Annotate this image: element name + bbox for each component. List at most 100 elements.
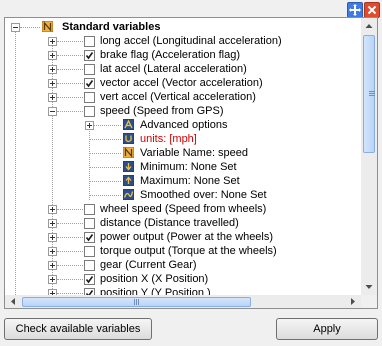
tree-item-label: vert accel (Vertical acceleration) <box>100 91 256 103</box>
checkbox[interactable] <box>84 260 95 271</box>
checkbox[interactable] <box>84 246 95 257</box>
scroll-right-button[interactable] <box>345 295 361 308</box>
chevron-up-icon <box>365 24 373 28</box>
checkbox-checked[interactable] <box>84 78 95 89</box>
tree-item-label: position X (X Position) <box>100 273 209 285</box>
tree-item-label: power output (Power at the wheels) <box>100 231 274 243</box>
tree-item-label: gear (Current Gear) <box>100 259 197 271</box>
tree-item-smoothed-over[interactable]: Smoothed over: None Set <box>5 188 361 202</box>
tree-item-position-y[interactable]: position Y (Y Position ) <box>5 286 361 295</box>
checkbox[interactable] <box>84 204 95 215</box>
tree-item-advanced-options[interactable]: Advanced options <box>5 118 361 132</box>
tree-item-label: vector accel (Vector acceleration) <box>100 77 263 89</box>
tree-item-speed[interactable]: speed (Speed from GPS) <box>5 104 361 118</box>
tree-item-minimum[interactable]: Minimum: None Set <box>5 160 361 174</box>
checkbox[interactable] <box>84 106 95 117</box>
tree-item-label: Variable Name: speed <box>140 147 249 159</box>
scroll-left-button[interactable] <box>5 295 21 308</box>
vertical-scrollbar[interactable] <box>361 18 377 295</box>
expand-toggle[interactable] <box>85 121 94 130</box>
tree-item-label: torque output (Torque at the wheels) <box>100 245 277 257</box>
advanced-options-icon <box>123 119 134 130</box>
grip-icon <box>369 91 375 96</box>
checkbox[interactable] <box>84 64 95 75</box>
tree-item-label: brake flag (Acceleration flag) <box>100 49 241 61</box>
tree-item-lat-accel[interactable]: lat accel (Lateral acceleration) <box>5 62 361 76</box>
collapse-toggle[interactable] <box>11 23 20 32</box>
tree-item-label: lat accel (Lateral acceleration) <box>100 63 247 75</box>
variable-name-icon <box>123 147 134 158</box>
scroll-down-button[interactable] <box>361 279 377 295</box>
close-icon <box>367 5 377 15</box>
expand-toggle[interactable] <box>48 65 57 74</box>
checkbox-checked[interactable] <box>84 288 95 295</box>
variables-folder-icon <box>42 21 53 32</box>
expand-toggle[interactable] <box>48 219 57 228</box>
expand-toggle[interactable] <box>48 275 57 284</box>
check-icon <box>85 234 94 242</box>
smoothing-icon <box>123 189 134 200</box>
tree-item-torque-output[interactable]: torque output (Torque at the wheels) <box>5 244 361 258</box>
tree-item-label: distance (Distance travelled) <box>100 217 239 229</box>
checkbox[interactable] <box>84 218 95 229</box>
expand-toggle[interactable] <box>48 51 57 60</box>
tree-root-label: Standard variables <box>62 21 161 33</box>
chevron-left-icon <box>11 298 15 305</box>
tree-item-position-x[interactable]: position X (X Position) <box>5 272 361 286</box>
tree-item-label: long accel (Longitudinal acceleration) <box>100 35 282 47</box>
minimum-icon <box>123 161 134 172</box>
tree-item-label: Minimum: None Set <box>140 161 237 173</box>
collapse-toggle[interactable] <box>48 107 57 116</box>
tree-item-label: units: [mph] <box>140 133 197 145</box>
apply-button[interactable]: Apply <box>276 318 378 340</box>
check-available-variables-button[interactable]: Check available variables <box>4 318 152 340</box>
tree-item-vector-accel[interactable]: vector accel (Vector acceleration) <box>5 76 361 90</box>
scroll-up-button[interactable] <box>361 18 377 34</box>
expand-toggle[interactable] <box>48 37 57 46</box>
tree-item-label: position Y (Y Position ) <box>100 287 211 295</box>
tree-item-power-output[interactable]: power output (Power at the wheels) <box>5 230 361 244</box>
tree-item-gear[interactable]: gear (Current Gear) <box>5 258 361 272</box>
expand-toggle[interactable] <box>48 93 57 102</box>
checkbox-checked[interactable] <box>84 50 95 61</box>
units-icon <box>123 133 134 144</box>
grip-icon <box>133 299 139 305</box>
tree-item-label: speed (Speed from GPS) <box>100 105 224 117</box>
check-icon <box>85 52 94 60</box>
tree-item-wheel-speed[interactable]: wheel speed (Speed from wheels) <box>5 202 361 216</box>
pin-icon <box>349 4 361 16</box>
maximum-icon <box>123 175 134 186</box>
tree-item-vert-accel[interactable]: vert accel (Vertical acceleration) <box>5 90 361 104</box>
expand-toggle[interactable] <box>48 261 57 270</box>
tree-root-row[interactable]: Standard variables <box>5 20 361 34</box>
pin-button[interactable] <box>347 2 363 18</box>
variables-tree[interactable]: Standard variables long accel (Longitudi… <box>5 18 361 295</box>
variables-tree-panel: Standard variables long accel (Longitudi… <box>4 17 378 309</box>
tree-item-units[interactable]: units: [mph] <box>5 132 361 146</box>
close-button[interactable] <box>364 2 380 18</box>
tree-item-variable-name[interactable]: Variable Name: speed <box>5 146 361 160</box>
check-icon <box>85 276 94 284</box>
tree-item-label: wheel speed (Speed from wheels) <box>100 203 267 215</box>
horizontal-scroll-thumb[interactable] <box>22 297 251 307</box>
panel-header <box>0 0 382 18</box>
tree-item-label: Smoothed over: None Set <box>140 189 267 201</box>
tree-item-maximum[interactable]: Maximum: None Set <box>5 174 361 188</box>
checkbox[interactable] <box>84 36 95 47</box>
tree-item-distance[interactable]: distance (Distance travelled) <box>5 216 361 230</box>
expand-toggle[interactable] <box>48 233 57 242</box>
expand-toggle[interactable] <box>48 79 57 88</box>
vertical-scroll-thumb[interactable] <box>363 35 375 153</box>
scrollbar-corner <box>361 295 377 308</box>
checkbox-checked[interactable] <box>84 232 95 243</box>
expand-toggle[interactable] <box>48 205 57 214</box>
horizontal-scrollbar[interactable] <box>5 295 361 308</box>
tree-item-long-accel[interactable]: long accel (Longitudinal acceleration) <box>5 34 361 48</box>
checkbox-checked[interactable] <box>84 274 95 285</box>
checkbox[interactable] <box>84 92 95 103</box>
check-icon <box>85 80 94 88</box>
expand-toggle[interactable] <box>48 247 57 256</box>
chevron-right-icon <box>351 298 355 305</box>
tree-item-brake-flag[interactable]: brake flag (Acceleration flag) <box>5 48 361 62</box>
tree-item-label: Maximum: None Set <box>140 175 240 187</box>
